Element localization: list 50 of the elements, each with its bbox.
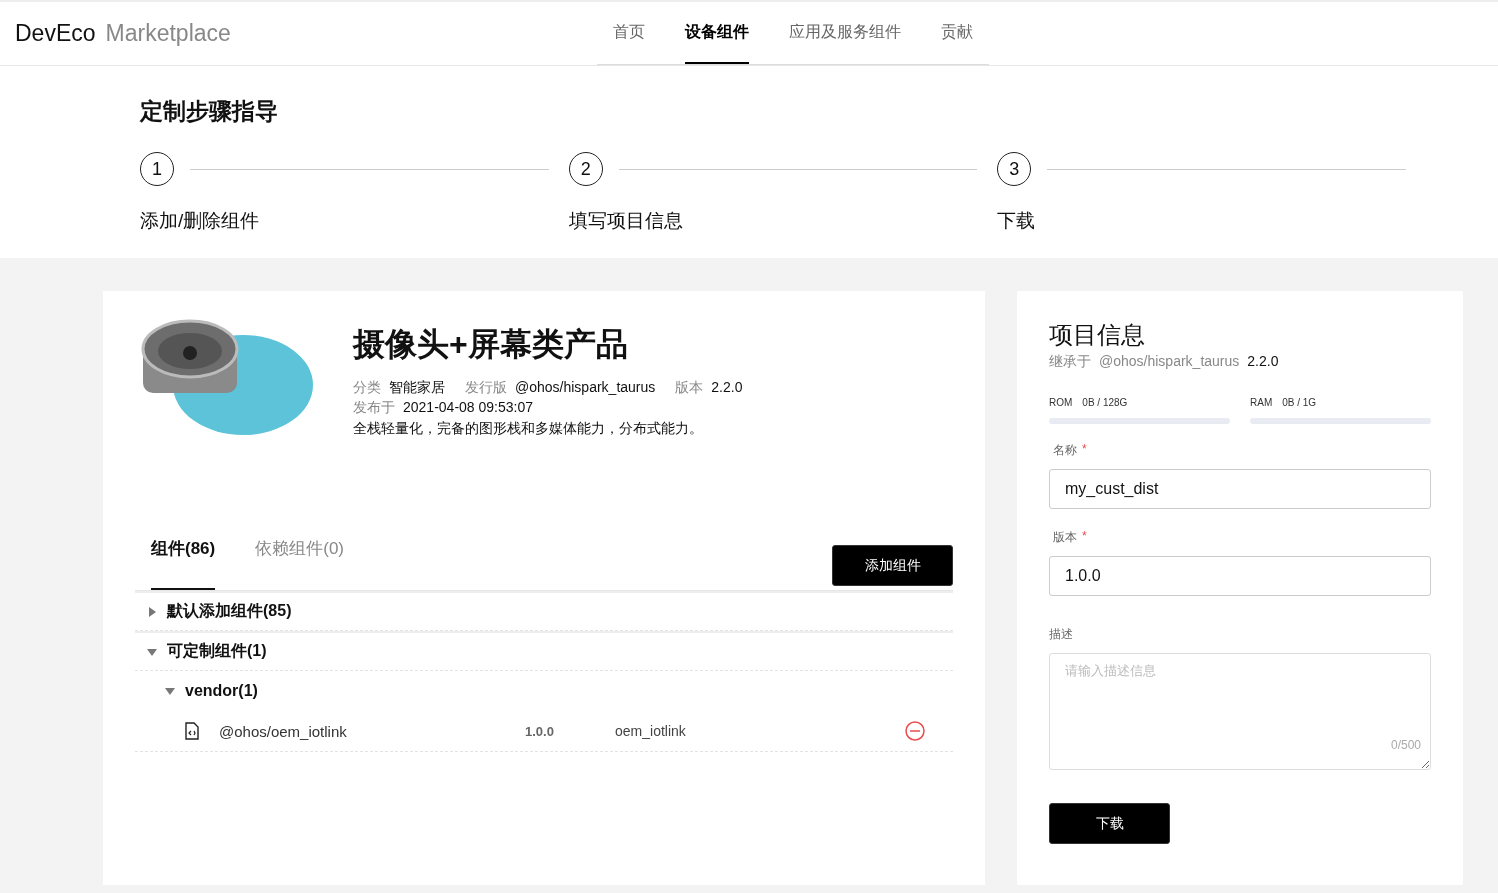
tree-group-label[interactable]: 默认添加组件(85): [167, 601, 292, 622]
name-input-field[interactable]: my_cust_dist: [1049, 469, 1431, 509]
tab[interactable]: 依赖组件(0): [255, 537, 344, 590]
caret-right-icon[interactable]: [147, 606, 157, 617]
meter-label: RAM: [1250, 397, 1273, 408]
field-label: 名称: [1053, 442, 1077, 459]
meter-reading: 0B / 128G: [1082, 397, 1128, 408]
step-label: 下载: [997, 209, 1037, 233]
brand-name: DevEco: [15, 20, 96, 47]
inherit-version: 2.2.0: [1247, 353, 1279, 371]
required-mark: *: [1082, 529, 1087, 545]
meta-value: 智能家居: [389, 379, 445, 397]
nav-tab[interactable]: 应用及服务组件: [789, 2, 901, 64]
add-component-button[interactable]: 添加组件: [832, 545, 953, 586]
tree-group-label[interactable]: 可定制组件(1): [167, 641, 267, 662]
meta-label: 分类: [353, 379, 381, 397]
meta-label: 发行版: [465, 379, 507, 397]
product-description: 全栈轻量化，完备的图形栈和多媒体能力，分布式能力。: [353, 420, 704, 438]
version-input-field[interactable]: 1.0.0: [1049, 556, 1431, 596]
guide-title: 定制步骤指导: [140, 97, 279, 126]
nav-tab[interactable]: 贡献: [941, 2, 973, 64]
required-mark: *: [1082, 442, 1087, 458]
inherit-value: @ohos/hispark_taurus: [1099, 353, 1240, 371]
code-file-icon: [183, 722, 201, 740]
meter-reading: 0B / 1G: [1282, 397, 1317, 408]
meta-label: 版本: [675, 379, 704, 397]
step-label: 填写项目信息: [568, 209, 684, 233]
nav-tab[interactable]: 设备组件: [685, 2, 749, 64]
component-version: 1.0.0: [525, 723, 555, 739]
inherit-label: 继承于: [1049, 353, 1091, 371]
remove-icon[interactable]: [905, 721, 925, 741]
tree-group-label[interactable]: vendor(1): [185, 682, 258, 700]
character-counter: 0/500: [1390, 738, 1421, 752]
download-button[interactable]: 下载: [1049, 803, 1170, 844]
product-title: 摄像头+屏幕类产品: [353, 325, 629, 364]
field-label: 描述: [1049, 626, 1073, 643]
meter-label: ROM: [1049, 397, 1073, 408]
brand-suffix: Marketplace: [105, 20, 231, 47]
component-name: @ohos/oem_iotlink: [219, 722, 348, 740]
meta-value: 2.2.0: [711, 379, 743, 397]
project-title: 项目信息: [1049, 320, 1146, 350]
meta-value: 2021-04-08 09:53:07: [403, 399, 533, 417]
meta-value: @ohos/hispark_taurus: [515, 379, 656, 397]
component-module: oem_iotlink: [615, 723, 687, 739]
nav-tab[interactable]: 首页: [613, 2, 645, 64]
caret-down-icon[interactable]: [165, 686, 175, 696]
field-label: 版本: [1053, 529, 1077, 546]
caret-down-icon[interactable]: [147, 646, 157, 657]
meta-label: 发布于: [353, 399, 395, 417]
step-label: 添加/删除组件: [140, 209, 261, 233]
